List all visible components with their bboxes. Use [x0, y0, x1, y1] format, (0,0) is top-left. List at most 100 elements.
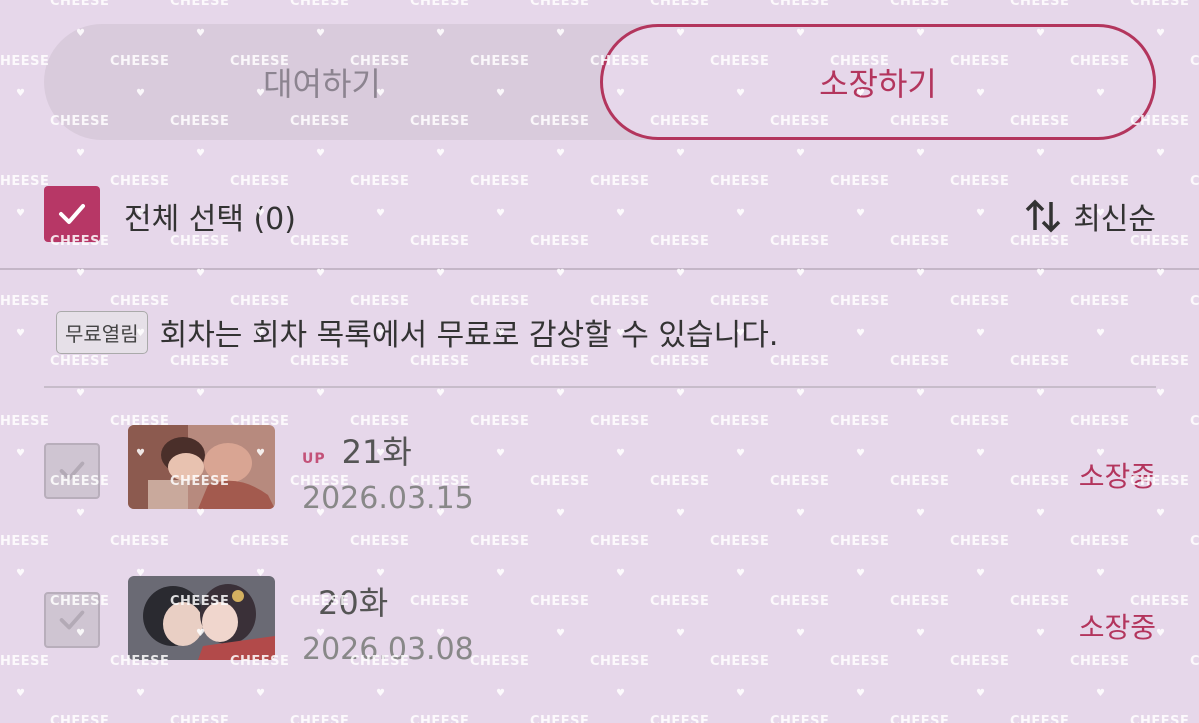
sort-arrows-icon	[1025, 199, 1061, 233]
update-badge: UP	[302, 451, 326, 467]
watermark-text: CHEESE	[0, 414, 50, 429]
heart-icon: ♥	[556, 148, 566, 159]
heart-icon: ♥	[1156, 628, 1166, 639]
watermark-text: CHEESE	[650, 354, 710, 369]
watermark-text: CHEESE	[890, 714, 950, 723]
episode-date: 2026.03.08	[302, 632, 474, 667]
watermark-text: CHEESE	[530, 714, 590, 723]
heart-icon: ♥	[1096, 688, 1106, 699]
tab-rent[interactable]: 대여하기	[44, 24, 600, 140]
heart-icon: ♥	[316, 148, 326, 159]
heart-icon: ♥	[616, 688, 626, 699]
ownership-status: 소장중	[1078, 460, 1156, 493]
watermark-text: CHEESE	[590, 294, 650, 309]
watermark-text: CHEESE	[0, 294, 50, 309]
heart-icon: ♥	[1156, 148, 1166, 159]
watermark-text: CHEESE	[530, 354, 590, 369]
watermark-text: CHEESE	[830, 534, 890, 549]
watermark-text: CHEESE	[1190, 414, 1199, 429]
watermark-text: CHEESE	[1010, 714, 1070, 723]
watermark-text: CHEESE	[710, 534, 770, 549]
episode-row[interactable]: 20화 2026.03.08 소장중	[44, 576, 1156, 667]
watermark-text: CHEESE	[230, 534, 290, 549]
heart-icon: ♥	[316, 388, 326, 399]
free-badge: 무료열림	[56, 310, 148, 354]
sort-button[interactable]: 최신순	[1023, 194, 1156, 238]
watermark-text: CHEESE	[290, 0, 350, 9]
heart-icon: ♥	[16, 448, 26, 459]
heart-icon: ♥	[16, 328, 26, 339]
heart-icon: ♥	[436, 148, 446, 159]
watermark-text: CHEESE	[290, 354, 350, 369]
heart-icon: ♥	[1156, 508, 1166, 519]
heart-icon: ♥	[76, 148, 86, 159]
heart-icon: ♥	[1096, 328, 1106, 339]
watermark-text: CHEESE	[170, 0, 230, 9]
watermark-text: CHEESE	[770, 354, 830, 369]
heart-icon: ♥	[16, 88, 26, 99]
watermark-text: CHEESE	[830, 294, 890, 309]
watermark-text: CHEESE	[890, 354, 950, 369]
heart-icon: ♥	[16, 208, 26, 219]
select-all-label: 전체 선택 (0)	[124, 202, 296, 237]
heart-icon: ♥	[1036, 148, 1046, 159]
watermark-text: CHEESE	[770, 0, 830, 9]
watermark-text: CHEESE	[170, 354, 230, 369]
heart-icon: ♥	[1156, 388, 1166, 399]
heart-icon: ♥	[856, 688, 866, 699]
watermark-text: CHEESE	[230, 294, 290, 309]
watermark-text: CHEESE	[1190, 294, 1199, 309]
heart-icon: ♥	[16, 568, 26, 579]
watermark-text: CHEESE	[410, 354, 470, 369]
episode-thumbnail	[128, 576, 275, 660]
heart-icon: ♥	[136, 688, 146, 699]
heart-icon: ♥	[76, 388, 86, 399]
episode-checkbox[interactable]	[44, 443, 100, 499]
heart-icon: ♥	[1036, 388, 1046, 399]
watermark-text: CHEESE	[0, 534, 50, 549]
watermark-text: CHEESE	[1130, 354, 1190, 369]
heart-icon: ♥	[196, 148, 206, 159]
watermark-text: CHEESE	[1010, 0, 1070, 9]
watermark-text: CHEESE	[350, 534, 410, 549]
heart-icon: ♥	[1156, 28, 1166, 39]
heart-icon: ♥	[796, 148, 806, 159]
watermark-text: CHEESE	[50, 354, 110, 369]
heart-icon: ♥	[916, 388, 926, 399]
watermark-text: CHEESE	[290, 714, 350, 723]
divider	[0, 268, 1199, 270]
watermark-text: CHEESE	[1070, 294, 1130, 309]
episode-title: 21화	[341, 433, 412, 471]
watermark-text: CHEESE	[590, 534, 650, 549]
watermark-text: CHEESE	[50, 0, 110, 9]
watermark-text: CHEESE	[410, 0, 470, 9]
episode-thumbnail	[128, 425, 275, 509]
watermark-text: CHEESE	[530, 0, 590, 9]
watermark-text: CHEESE	[1190, 54, 1199, 69]
watermark-text: CHEESE	[1190, 534, 1199, 549]
episode-date: 2026.03.15	[302, 481, 474, 516]
heart-icon: ♥	[796, 388, 806, 399]
watermark-text: CHEESE	[1130, 0, 1190, 9]
tab-own[interactable]: 소장하기	[600, 24, 1156, 140]
watermark-text: CHEESE	[0, 174, 50, 189]
episode-checkbox[interactable]	[44, 592, 100, 648]
watermark-text: CHEESE	[1010, 354, 1070, 369]
heart-icon: ♥	[736, 688, 746, 699]
notice-text: 회차는 회차 목록에서 무료로 감상할 수 있습니다.	[159, 318, 779, 353]
check-icon	[59, 204, 85, 224]
heart-icon: ♥	[496, 688, 506, 699]
heart-icon: ♥	[556, 388, 566, 399]
episode-row[interactable]: UP 21화 2026.03.15 소장중	[44, 425, 1156, 516]
watermark-text: CHEESE	[0, 54, 50, 69]
watermark-text: CHEESE	[650, 0, 710, 9]
heart-icon: ♥	[676, 388, 686, 399]
watermark-text: CHEESE	[0, 654, 50, 669]
watermark-text: CHEESE	[350, 294, 410, 309]
heart-icon: ♥	[376, 688, 386, 699]
watermark-text: CHEESE	[50, 714, 110, 723]
watermark-text: CHEESE	[470, 294, 530, 309]
episode-title: 20화	[318, 584, 389, 622]
watermark-text: CHEESE	[770, 714, 830, 723]
select-all-checkbox[interactable]	[44, 186, 100, 242]
